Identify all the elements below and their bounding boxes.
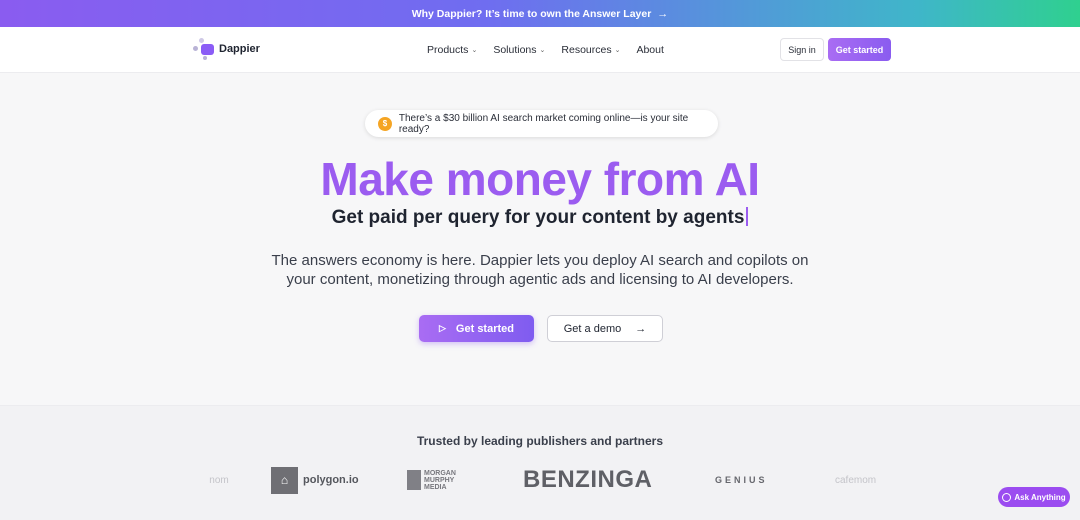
menu-item-products[interactable]: Products ⌄ xyxy=(427,44,477,56)
menu-item-label: Solutions xyxy=(493,44,537,56)
menu-item-solutions[interactable]: Solutions ⌄ xyxy=(493,44,545,56)
partner-logo-nom: nom xyxy=(209,474,229,486)
announcement-text[interactable]: Why Dappier? It’s time to own the Answer… xyxy=(412,8,652,20)
arrow-right-icon: → xyxy=(635,322,647,335)
typing-cursor xyxy=(746,207,749,226)
nav-get-started-button[interactable]: Get started xyxy=(828,38,891,61)
partner-logo-genius: GENIUS xyxy=(715,475,768,485)
morgan-murphy-text: MORGAN MURPHY MEDIA xyxy=(424,469,456,491)
hero-subtitle: Get paid per query for your content by a… xyxy=(0,207,1080,229)
trusted-section xyxy=(0,405,1080,520)
hero-description: The answers economy is here. Dappier let… xyxy=(271,252,809,288)
polygon-icon: ⌂ xyxy=(271,466,298,494)
menu-item-label: Products xyxy=(427,44,469,56)
polygon-text: polygon.io xyxy=(303,474,359,486)
chevron-down-icon: ⌄ xyxy=(471,47,478,54)
main-menu: Products ⌄ Solutions ⌄ Resources ⌄ About xyxy=(427,27,664,73)
partner-logos: nom ⌂ polygon.io MORGAN MURPHY MEDIA BEN… xyxy=(190,464,890,496)
menu-item-label: Resources xyxy=(561,44,612,56)
dollar-coin-icon: $ xyxy=(378,116,392,131)
sign-in-button[interactable]: Sign in xyxy=(780,38,824,61)
announcement-bar[interactable]: Why Dappier? It’s time to own the Answer… xyxy=(0,0,1080,27)
dappier-logo-icon xyxy=(193,38,215,60)
morgan-murphy-icon xyxy=(407,470,421,490)
get-started-button[interactable]: ▷ Get started xyxy=(419,315,534,342)
chevron-down-icon: ⌄ xyxy=(614,47,621,54)
top-navigation: Dappier Products ⌄ Solutions ⌄ Resources… xyxy=(0,27,1080,73)
partner-logo-morgan-murphy: MORGAN MURPHY MEDIA xyxy=(407,464,456,496)
hero-subtitle-text: Get paid per query for your content by a… xyxy=(331,207,745,228)
arrow-right-icon: → xyxy=(657,7,669,20)
ask-anything-button[interactable]: Ask Anything xyxy=(998,487,1070,507)
trusted-title: Trusted by leading publishers and partne… xyxy=(416,434,664,448)
hero-title: Make money from AI xyxy=(320,153,760,205)
partner-logo-cafemom: cafemom xyxy=(835,474,877,486)
menu-item-label: About xyxy=(636,44,664,56)
pill-text: There’s a $30 billion AI search market c… xyxy=(398,112,689,135)
announcement-pill[interactable]: $ There’s a $30 billion AI search market… xyxy=(365,110,718,137)
get-demo-button[interactable]: Get a demo → xyxy=(547,315,663,342)
menu-item-about[interactable]: About xyxy=(636,44,663,56)
get-demo-label: Get a demo xyxy=(563,322,622,335)
logo[interactable]: Dappier xyxy=(193,38,260,60)
logo-text: Dappier xyxy=(219,43,260,55)
chat-bubble-icon xyxy=(1002,492,1012,502)
partner-logo-benzinga: BENZINGA xyxy=(523,466,653,493)
partner-logo-polygon: ⌂ polygon.io xyxy=(271,464,359,496)
play-icon: ▷ xyxy=(439,323,446,333)
ask-anything-label: Ask Anything xyxy=(1014,492,1066,502)
get-started-label: Get started xyxy=(455,322,514,335)
chevron-down-icon: ⌄ xyxy=(539,47,546,54)
menu-item-resources[interactable]: Resources ⌄ xyxy=(561,44,620,56)
